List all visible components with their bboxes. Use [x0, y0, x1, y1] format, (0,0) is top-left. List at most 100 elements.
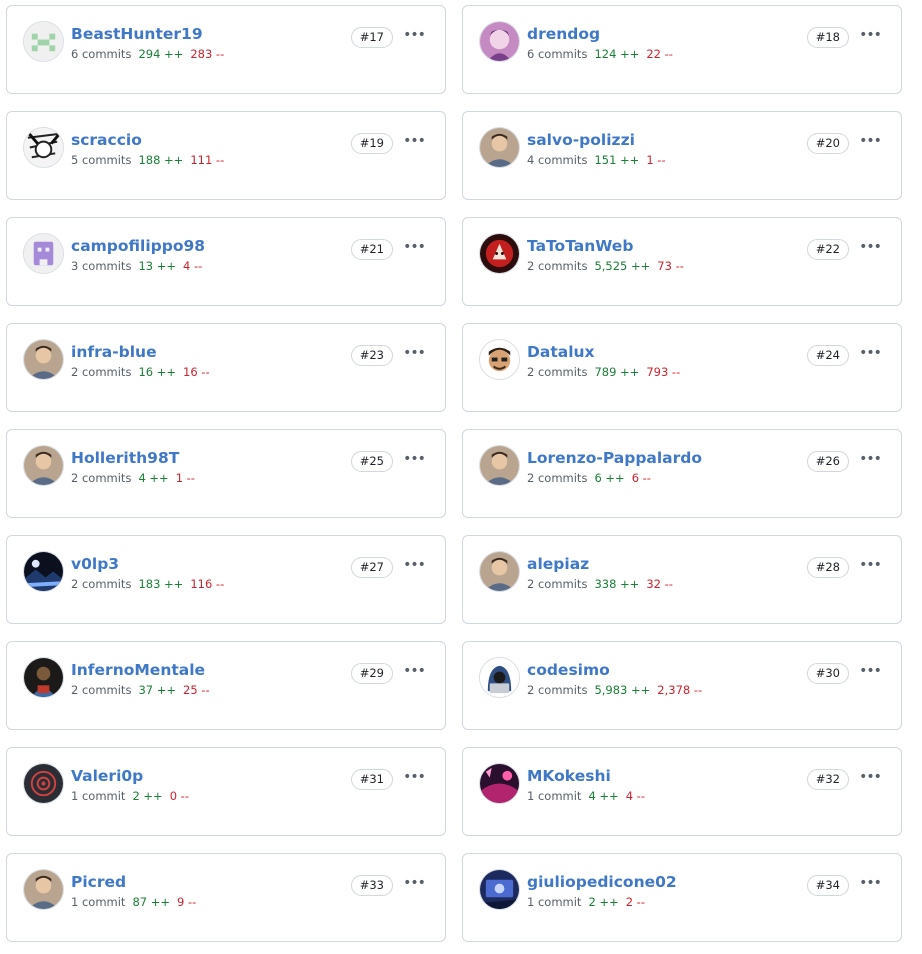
more-options-icon[interactable]: •••	[403, 449, 426, 469]
commit-count[interactable]: 2 commits	[527, 683, 587, 697]
contributor-username[interactable]: scraccio	[71, 130, 142, 150]
commit-count[interactable]: 3 commits	[71, 259, 131, 273]
more-options-icon[interactable]: •••	[403, 661, 426, 681]
rank-badge: #22	[806, 239, 849, 260]
contributor-username[interactable]: BeastHunter19	[71, 24, 203, 44]
commit-count[interactable]: 1 commit	[71, 789, 125, 803]
commit-count[interactable]: 6 commits	[527, 47, 587, 61]
commit-count[interactable]: 2 commits	[71, 577, 131, 591]
commit-count[interactable]: 2 commits	[71, 683, 131, 697]
contributor-username[interactable]: Lorenzo-Pappalardo	[527, 448, 702, 468]
avatar[interactable]	[479, 763, 520, 804]
more-options-icon[interactable]: •••	[403, 873, 426, 893]
more-options-icon[interactable]: •••	[403, 767, 426, 787]
avatar[interactable]	[479, 21, 520, 62]
contributor-card: infra-blue 2 commits 16 ++ 16 -- #23 •••	[6, 323, 446, 412]
avatar[interactable]	[479, 339, 520, 380]
deletions-count: 25 --	[183, 683, 210, 697]
avatar[interactable]	[23, 551, 64, 592]
more-options-icon[interactable]: •••	[859, 449, 882, 469]
contributor-card: MKokeshi 1 commit 4 ++ 4 -- #32 •••	[462, 747, 902, 836]
more-options-icon[interactable]: •••	[403, 25, 426, 45]
more-options-icon[interactable]: •••	[859, 343, 882, 363]
contributor-username[interactable]: InfernoMentale	[71, 660, 205, 680]
contributor-username[interactable]: Datalux	[527, 342, 595, 362]
contributor-username[interactable]: MKokeshi	[527, 766, 611, 786]
commit-count[interactable]: 2 commits	[527, 577, 587, 591]
more-options-icon[interactable]: •••	[859, 661, 882, 681]
avatar[interactable]	[479, 869, 520, 910]
avatar[interactable]	[23, 445, 64, 486]
contributor-username[interactable]: v0lp3	[71, 554, 119, 574]
deletions-count: 73 --	[657, 259, 684, 273]
identicon-icon	[24, 234, 63, 273]
deletions-count: 116 --	[190, 577, 225, 591]
commit-count[interactable]: 2 commits	[71, 471, 131, 485]
avatar-photo-icon	[480, 552, 519, 591]
additions-count: 5,983 ++	[594, 683, 651, 697]
more-options-icon[interactable]: •••	[859, 237, 882, 257]
commit-count[interactable]: 5 commits	[71, 153, 131, 167]
avatar[interactable]	[23, 21, 64, 62]
more-options-icon[interactable]: •••	[403, 343, 426, 363]
rank-badge: #32	[806, 769, 849, 790]
more-options-icon[interactable]: •••	[403, 237, 426, 257]
contributor-username[interactable]: drendog	[527, 24, 600, 44]
deletions-count: 16 --	[183, 365, 210, 379]
avatar[interactable]	[479, 445, 520, 486]
more-options-icon[interactable]: •••	[859, 767, 882, 787]
deletions-count: 2,378 --	[657, 683, 703, 697]
more-options-icon[interactable]: •••	[859, 131, 882, 151]
commit-count[interactable]: 2 commits	[527, 259, 587, 273]
avatar[interactable]	[23, 339, 64, 380]
commit-count[interactable]: 2 commits	[527, 365, 587, 379]
rank-badge: #21	[350, 239, 393, 260]
contributor-card: scraccio 5 commits 188 ++ 111 -- #19 •••	[6, 111, 446, 200]
avatar[interactable]	[479, 551, 520, 592]
more-options-icon[interactable]: •••	[403, 131, 426, 151]
contributor-username[interactable]: Hollerith98T	[71, 448, 179, 468]
contributor-username[interactable]: salvo-polizzi	[527, 130, 635, 150]
rank-badge: #28	[806, 557, 849, 578]
commit-count[interactable]: 1 commit	[527, 895, 581, 909]
contributor-stats: 2 commits 16 ++ 16 --	[71, 364, 210, 380]
avatar[interactable]	[23, 233, 64, 274]
deletions-count: 9 --	[177, 895, 197, 909]
commit-count[interactable]: 4 commits	[527, 153, 587, 167]
additions-count: 6 ++	[594, 471, 625, 485]
additions-count: 124 ++	[594, 47, 640, 61]
contributor-stats: 6 commits 124 ++ 22 --	[527, 46, 673, 62]
commit-count[interactable]: 2 commits	[527, 471, 587, 485]
more-options-icon[interactable]: •••	[403, 555, 426, 575]
avatar-hooded-icon	[480, 658, 519, 697]
additions-count: 183 ++	[138, 577, 184, 591]
deletions-count: 0 --	[169, 789, 189, 803]
contributor-username[interactable]: campofilippo98	[71, 236, 205, 256]
commit-count[interactable]: 1 commit	[527, 789, 581, 803]
avatar[interactable]	[23, 657, 64, 698]
contributor-username[interactable]: Valeri0p	[71, 766, 143, 786]
rank-badge: #34	[806, 875, 849, 896]
commit-count[interactable]: 1 commit	[71, 895, 125, 909]
more-options-icon[interactable]: •••	[859, 555, 882, 575]
contributor-username[interactable]: codesimo	[527, 660, 610, 680]
more-options-icon[interactable]: •••	[859, 873, 882, 893]
contributor-username[interactable]: Picred	[71, 872, 126, 892]
avatar[interactable]	[479, 233, 520, 274]
rank-badge: #19	[350, 133, 393, 154]
avatar[interactable]	[479, 657, 520, 698]
contributor-username[interactable]: giuliopedicone02	[527, 872, 677, 892]
more-options-icon[interactable]: •••	[859, 25, 882, 45]
avatar[interactable]	[23, 127, 64, 168]
avatar[interactable]	[23, 763, 64, 804]
avatar[interactable]	[23, 869, 64, 910]
contributor-username[interactable]: infra-blue	[71, 342, 157, 362]
deletions-count: 32 --	[646, 577, 673, 591]
contributor-username[interactable]: TaToTanWeb	[527, 236, 633, 256]
commit-count[interactable]: 6 commits	[71, 47, 131, 61]
commit-count[interactable]: 2 commits	[71, 365, 131, 379]
contributor-username[interactable]: alepiaz	[527, 554, 589, 574]
avatar[interactable]	[479, 127, 520, 168]
deletions-count: 4 --	[183, 259, 203, 273]
deletions-count: 2 --	[625, 895, 645, 909]
